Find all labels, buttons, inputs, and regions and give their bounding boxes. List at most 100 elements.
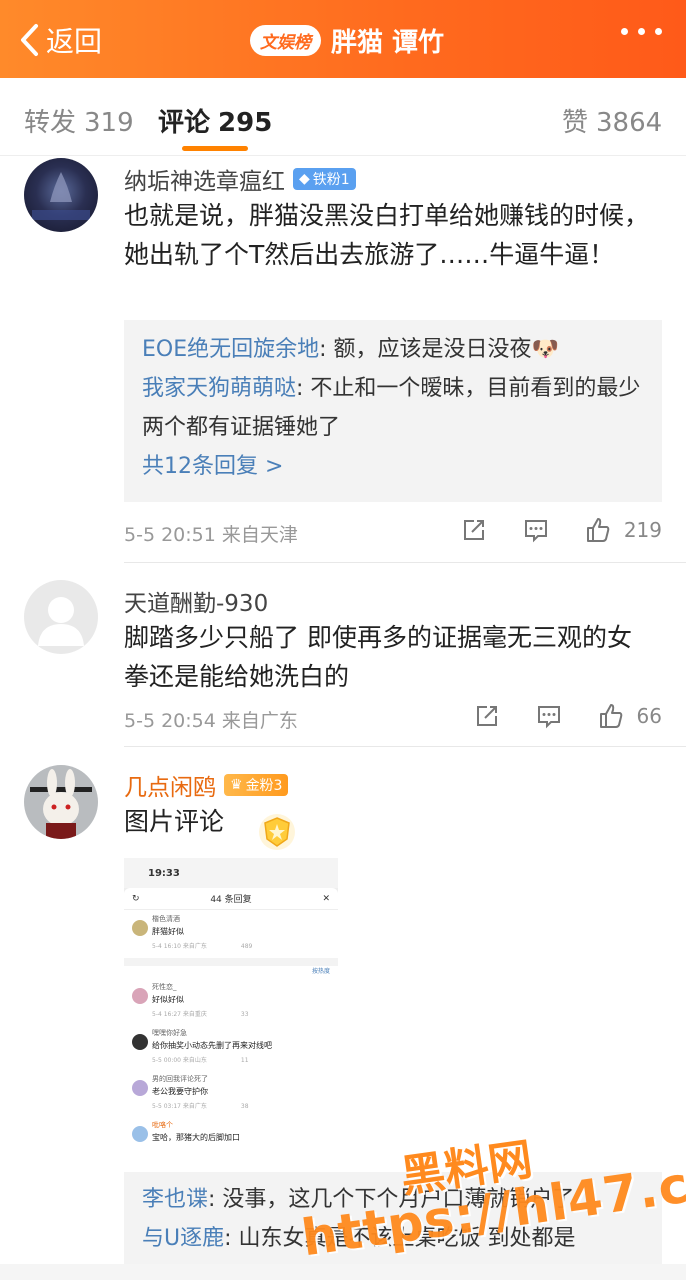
more-options-button[interactable] (621, 28, 662, 35)
avatar[interactable] (24, 158, 98, 232)
tab-label: 赞 (562, 108, 589, 138)
tab-repost[interactable]: 转发 319 (24, 102, 134, 139)
image-panel-title: 44 条回复 (210, 895, 252, 905)
top-header: 返回 文娱榜 胖猫 谭竹 (0, 0, 686, 78)
bottom-edge (0, 1264, 686, 1280)
like-count: 66 (636, 704, 662, 728)
reply-username[interactable]: 我家天狗萌萌哒 (142, 376, 296, 401)
comment-icon[interactable] (535, 702, 563, 730)
comment-author[interactable]: 天道酬勤-930 (124, 584, 268, 618)
tab-label: 评论 (158, 108, 211, 138)
back-label: 返回 (46, 25, 103, 58)
more-replies-link[interactable]: 共12条回复 > (142, 447, 644, 486)
username[interactable]: 纳垢神选章瘟红 (124, 162, 285, 196)
divider (124, 746, 686, 747)
image-avatar (132, 1126, 148, 1142)
fan-badge: ◆ 铁粉1 (293, 168, 356, 190)
comment-author[interactable]: 纳垢神选章瘟红 ◆ 铁粉1 (124, 162, 356, 196)
bunny-avatar-icon (30, 769, 92, 839)
crown-icon: ♛ (230, 777, 243, 793)
default-avatar-icon (38, 597, 84, 646)
comment-image[interactable]: 19:33 ↻ 44 条回复 ✕ 楷色清酒 胖猫好似 5-4 16:10 来自广… (124, 858, 338, 1143)
gold-shield-sticker-icon (259, 814, 295, 850)
reply-item[interactable]: 李也谍: 没事，这几个下个月户口薄就销户了 (142, 1180, 644, 1219)
comment-text: 图片评论 (124, 807, 225, 836)
image-reply-text: 老公我要守护你 (152, 1087, 208, 1096)
reply-box[interactable]: EOE绝无回旋余地: 额，应该是没日没夜🐶 我家天狗萌萌哒: 不止和一个暧昧，目… (124, 320, 662, 502)
back-button[interactable]: 返回 (18, 20, 102, 60)
comment-icon[interactable] (522, 516, 550, 544)
image-reply-likes: 489 (240, 943, 253, 950)
image-reply-time: 5-4 16:27 来自重庆 (152, 1011, 207, 1018)
image-reply-likes: 11 (240, 1057, 249, 1064)
image-reply-time: 5-5 03:17 来自广东 (152, 1103, 207, 1110)
reply-text: : 没事，这几个下个月户口薄就销户了 (208, 1187, 575, 1212)
reply-text: : 额，应该是没日没夜🐶 (319, 337, 559, 362)
active-tab-indicator (182, 146, 249, 151)
image-reply-name: 死性恋_ (152, 983, 177, 991)
comment-text: 也就是说，胖猫没黑没白打单给她赚钱的时候，她出轨了个T然后出去旅游了……牛逼牛逼… (124, 201, 650, 269)
reply-box[interactable]: 李也谍: 没事，这几个下个月户口薄就销户了 与U逐鹿: 山东女真是不该上桌吃饭 … (124, 1172, 662, 1264)
comment-actions: 219 (460, 516, 662, 544)
share-icon[interactable] (460, 516, 488, 544)
fan-badge: ♛ 金粉3 (224, 774, 289, 796)
image-reply-likes: 33 (240, 1011, 249, 1018)
image-reply-text: 胖猫好似 (152, 927, 184, 936)
tab-bar: 转发 319 评论 295 赞 3864 (0, 78, 686, 156)
image-reply-meta: 5-4 16:10 来自广东 489 (152, 941, 338, 950)
tab-count: 295 (218, 108, 273, 138)
comment-author[interactable]: 几点闲鸥 ♛ 金粉3 (124, 768, 289, 802)
image-reply-row: 嘿嘿你好急 给你抽奖小动态先删了再来对线吧 5-5 00:00 来自山东 11 (124, 1024, 338, 1070)
reply-username[interactable]: EOE绝无回旋余地 (142, 337, 319, 362)
username[interactable]: 几点闲鸥 (124, 768, 216, 802)
reply-text: : 山东女真是不该上桌吃饭 到处都是 (224, 1226, 576, 1251)
dot-icon (621, 28, 628, 35)
comment-source: 来自天津 (221, 524, 298, 546)
share-icon[interactable] (473, 702, 501, 730)
tab-count: 3864 (596, 108, 663, 138)
image-reply-name: 男的回我评论死了 (152, 1075, 208, 1083)
thumbs-up-icon[interactable] (597, 702, 625, 730)
image-avatar (132, 1080, 148, 1096)
reply-username[interactable]: 李也谍 (142, 1187, 208, 1212)
image-reply-meta: 5-5 03:17 来自广东 38 (152, 1101, 338, 1110)
image-reply-time: 5-4 16:10 来自广东 (152, 943, 207, 950)
title-area: 文娱榜 胖猫 谭竹 (250, 20, 444, 60)
page-title: 胖猫 谭竹 (331, 27, 445, 58)
reply-item[interactable]: EOE绝无回旋余地: 额，应该是没日没夜🐶 (142, 330, 644, 369)
avatar-image (32, 172, 90, 220)
comment-time: 5-5 20:51 (124, 524, 216, 546)
image-reply-text: 好似好似 (152, 995, 184, 1004)
image-status-bar: 19:33 (124, 858, 338, 888)
avatar[interactable] (24, 765, 98, 839)
chevron-left-icon (21, 24, 38, 56)
comment-text: 脚踏多少只船了 即使再多的证据毫无三观的女拳还是能给她洗白的 (124, 623, 632, 691)
diamond-icon: ◆ (299, 171, 310, 187)
image-avatar (132, 988, 148, 1004)
image-panel-header: ↻ 44 条回复 ✕ (124, 888, 338, 910)
image-status-time: 19:33 (148, 867, 180, 879)
image-reply-meta: 5-5 00:00 来自山东 11 (152, 1055, 338, 1064)
image-reply-row: 楷色清酒 胖猫好似 5-4 16:10 来自广东 489 (124, 910, 338, 958)
entertainment-rank-badge[interactable]: 文娱榜 (250, 24, 321, 56)
comment-meta: 5-5 20:54 来自广东 (124, 706, 298, 733)
divider (124, 562, 686, 563)
refresh-icon: ↻ (132, 893, 140, 904)
reply-item[interactable]: 与U逐鹿: 山东女真是不该上桌吃饭 到处都是 (142, 1219, 644, 1258)
image-reply-row: 吡咯个 宝哈，那猪大的后脚加口 (124, 1116, 338, 1143)
reply-username[interactable]: 与U逐鹿 (142, 1226, 224, 1251)
tab-likes[interactable]: 赞 3864 (562, 102, 662, 139)
image-reply-name: 吡咯个 (152, 1121, 173, 1129)
image-reply-name: 楷色清酒 (152, 915, 180, 923)
fan-badge-label: 铁粉1 (312, 172, 350, 188)
comment-time: 5-5 20:54 (124, 710, 216, 732)
close-icon: ✕ (322, 893, 330, 904)
image-avatar (132, 920, 148, 936)
username[interactable]: 天道酬勤-930 (124, 584, 268, 618)
tab-comments[interactable]: 评论 295 (158, 102, 273, 151)
comment-source: 来自广东 (221, 710, 298, 732)
thumbs-up-icon[interactable] (584, 516, 612, 544)
reply-item[interactable]: 我家天狗萌萌哒: 不止和一个暧昧，目前看到的最少两个都有证据锤她了 (142, 369, 644, 447)
image-divider (124, 958, 338, 966)
avatar[interactable] (24, 580, 98, 654)
